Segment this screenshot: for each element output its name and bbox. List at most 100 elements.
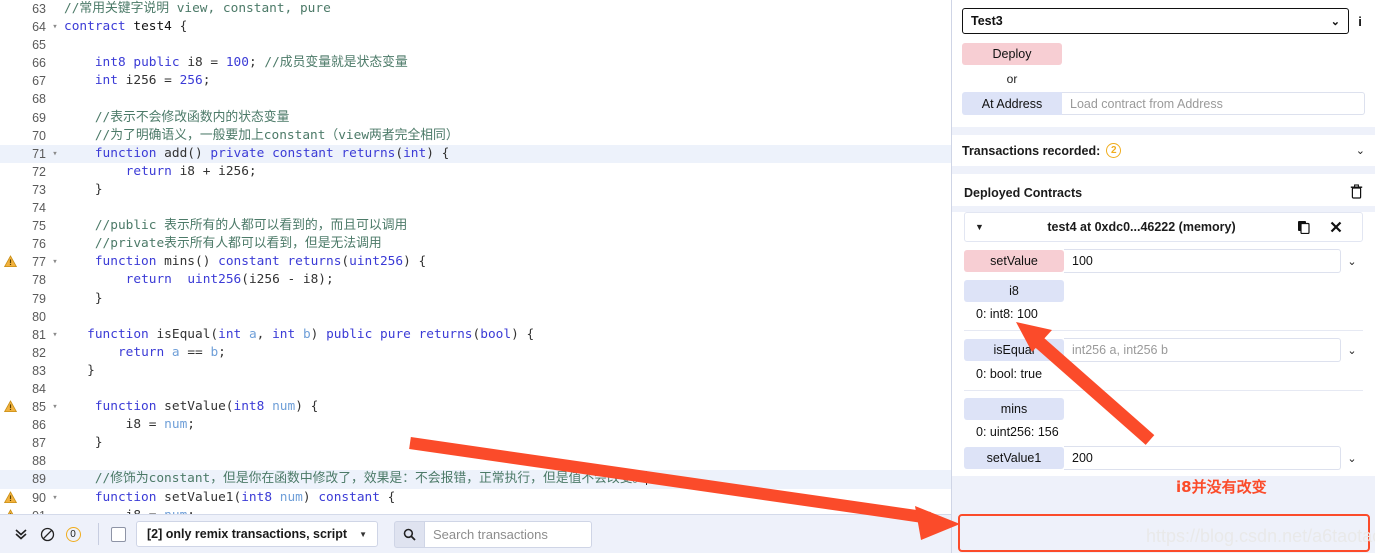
- code-text: }: [64, 362, 95, 378]
- code-line[interactable]: 79 }: [0, 290, 951, 308]
- code-line[interactable]: 83 }: [0, 362, 951, 380]
- code-line[interactable]: 84: [0, 380, 951, 398]
- code-line[interactable]: 73 }: [0, 181, 951, 199]
- info-icon[interactable]: i: [1355, 14, 1365, 29]
- code-line[interactable]: 77 ▾ function mins() constant returns(uin…: [0, 253, 951, 271]
- listen-network-checkbox[interactable]: [111, 526, 126, 542]
- transactions-recorded-header[interactable]: Transactions recorded: 2 ⌄: [952, 135, 1375, 166]
- at-address-row[interactable]: At Address Load contract from Address: [962, 92, 1365, 115]
- code-line[interactable]: 89 //修饰为constant，但是你在函数中修改了，效果是：不会报错，正常执…: [0, 470, 951, 489]
- deploy-section[interactable]: Test3 ⌄ i Deploy or At Address Load cont…: [952, 0, 1375, 127]
- chevron-right-icon[interactable]: ▼: [975, 222, 995, 232]
- no-entry-icon[interactable]: [34, 521, 60, 547]
- contract-function-list[interactable]: setValue 100 ⌄ i8 0: int8: 100 isEqual int256 …: [964, 249, 1363, 470]
- transactions-recorded-label: Transactions recorded:: [962, 143, 1101, 158]
- code-line[interactable]: 72 return i8 + i256;: [0, 163, 951, 181]
- deploy-button[interactable]: Deploy: [962, 43, 1062, 65]
- code-line[interactable]: 63 //常用关键字说明 view, constant, pure: [0, 0, 951, 18]
- deploy-run-panel[interactable]: Test3 ⌄ i Deploy or At Address Load cont…: [951, 0, 1375, 553]
- code-line[interactable]: 76 //private表示所有人都可以看到，但是无法调用: [0, 235, 951, 253]
- code-text: //表示不会修改函数内的状态变量: [94, 109, 290, 125]
- contract-function-row[interactable]: mins: [964, 398, 1363, 420]
- contract-function-row[interactable]: isEqual int256 a, int256 b ⌄: [964, 338, 1363, 362]
- at-address-button[interactable]: At Address: [962, 92, 1062, 115]
- search-transactions-input[interactable]: Search transactions: [423, 520, 592, 548]
- at-address-input[interactable]: Load contract from Address: [1062, 92, 1365, 115]
- code-line[interactable]: 81 ▾ function isEqual(int a, int b) publi…: [0, 326, 951, 344]
- deployed-contract-card[interactable]: ▼ test4 at 0xdc0...46222 (memory) setVal…: [952, 212, 1375, 476]
- code-line[interactable]: 75 //public 表示所有的人都可以看到的，而且可以调用: [0, 217, 951, 235]
- function-button-mins[interactable]: mins: [964, 398, 1064, 420]
- contract-instance-header[interactable]: ▼ test4 at 0xdc0...46222 (memory): [964, 212, 1363, 242]
- function-result: 0: uint256: 156: [976, 425, 1059, 439]
- close-icon[interactable]: [1320, 221, 1352, 233]
- contract-select-row[interactable]: Test3 ⌄ i: [962, 8, 1365, 34]
- line-number: 76: [32, 237, 46, 252]
- code-line[interactable]: 90 ▾ function setValue1(int8 num) constan…: [0, 489, 951, 507]
- code-line[interactable]: 64 ▾ contract test4 {: [0, 18, 951, 36]
- function-button-setvalue[interactable]: setValue: [964, 250, 1064, 272]
- line-number: 88: [32, 454, 46, 469]
- chevron-down-icon[interactable]: ⌄: [1356, 144, 1365, 157]
- search-transactions-group[interactable]: Search transactions: [393, 520, 592, 548]
- code-line[interactable]: 78 return uint256(i256 - i8);: [0, 271, 951, 289]
- code-line[interactable]: 80: [0, 308, 951, 326]
- line-number: 68: [32, 92, 46, 107]
- fold-toggle-icon[interactable]: ▾: [50, 145, 60, 163]
- line-number: 87: [32, 436, 46, 451]
- code-line[interactable]: 87 }: [0, 434, 951, 452]
- code-line[interactable]: 91 i8 = num;: [0, 507, 951, 514]
- fold-toggle-icon[interactable]: ▾: [50, 398, 60, 416]
- code-line[interactable]: 66 int8 public i8 = 100; //成员变量就是状态变量: [0, 54, 951, 72]
- function-button-isequal[interactable]: isEqual: [964, 339, 1064, 361]
- warning-icon[interactable]: [4, 400, 17, 413]
- code-line-list[interactable]: 63//常用关键字说明 view, constant, pure 64 ▾ contr…: [0, 0, 951, 514]
- code-line[interactable]: 71 ▾ function add() private constant retu…: [0, 144, 951, 163]
- code-line[interactable]: 74: [0, 199, 951, 217]
- function-input-isequal[interactable]: int256 a, int256 b: [1064, 338, 1341, 362]
- fold-toggle-icon[interactable]: ▾: [50, 253, 60, 271]
- code-line[interactable]: 68: [0, 90, 951, 108]
- chevron-down-icon[interactable]: ⌄: [1341, 344, 1363, 357]
- code-line[interactable]: 88: [0, 452, 951, 470]
- code-line[interactable]: 86 i8 = num;: [0, 416, 951, 434]
- line-number: 74: [32, 201, 46, 216]
- function-result: 0: int8: 100: [976, 307, 1038, 321]
- code-line[interactable]: 69 //表示不会修改函数内的状态变量: [0, 109, 951, 127]
- code-text: i8 = num;: [94, 417, 196, 433]
- code-line[interactable]: 85 ▾ function setValue(int8 num) {: [0, 398, 951, 416]
- fold-toggle-icon[interactable]: ▾: [50, 18, 60, 36]
- transaction-filter-select[interactable]: [2] only remix transactions, script ▼: [136, 521, 378, 547]
- code-editor[interactable]: 63//常用关键字说明 view, constant, pure 64 ▾ contr…: [0, 0, 951, 514]
- search-icon[interactable]: [393, 520, 424, 548]
- function-button-setvalue1[interactable]: setValue1: [964, 447, 1064, 469]
- code-line[interactable]: 82 return a == b;: [0, 344, 951, 362]
- contract-function-row[interactable]: setValue 100 ⌄: [964, 249, 1363, 273]
- contract-function-row[interactable]: setValue1 200 ⌄: [964, 446, 1363, 470]
- line-number: 81: [32, 327, 46, 342]
- terminal-toolbar[interactable]: 0 [2] only remix transactions, script ▼ …: [0, 514, 951, 553]
- code-line[interactable]: 70 //为了明确语义，一般要加上constant（view两者完全相同）: [0, 127, 951, 145]
- trash-icon[interactable]: [1350, 184, 1363, 202]
- warning-icon[interactable]: [4, 490, 17, 504]
- or-label: or: [1006, 72, 1018, 86]
- code-text: //修饰为constant，但是你在函数中修改了，效果是：不会报错，正常执行，但…: [94, 471, 648, 487]
- line-number: 86: [32, 418, 46, 433]
- chevron-double-down-icon[interactable]: [8, 521, 34, 547]
- function-input-setvalue1[interactable]: 200: [1064, 446, 1341, 470]
- warning-icon[interactable]: [4, 255, 17, 268]
- chevron-down-icon[interactable]: ⌄: [1341, 452, 1363, 465]
- function-divider: [964, 330, 1363, 331]
- text-cursor: [646, 471, 648, 486]
- function-input-setvalue[interactable]: 100: [1064, 249, 1341, 273]
- fold-toggle-icon[interactable]: ▾: [50, 326, 60, 344]
- chevron-down-icon[interactable]: ⌄: [1341, 255, 1363, 268]
- fold-toggle-icon[interactable]: ▾: [50, 489, 60, 507]
- code-line[interactable]: 65: [0, 36, 951, 54]
- contract-select[interactable]: Test3 ⌄: [962, 8, 1349, 34]
- line-number: 83: [32, 363, 46, 378]
- code-line[interactable]: 67 int i256 = 256;: [0, 72, 951, 90]
- function-button-i8[interactable]: i8: [964, 280, 1064, 302]
- copy-icon[interactable]: [1288, 220, 1320, 234]
- contract-function-row[interactable]: i8: [964, 280, 1363, 302]
